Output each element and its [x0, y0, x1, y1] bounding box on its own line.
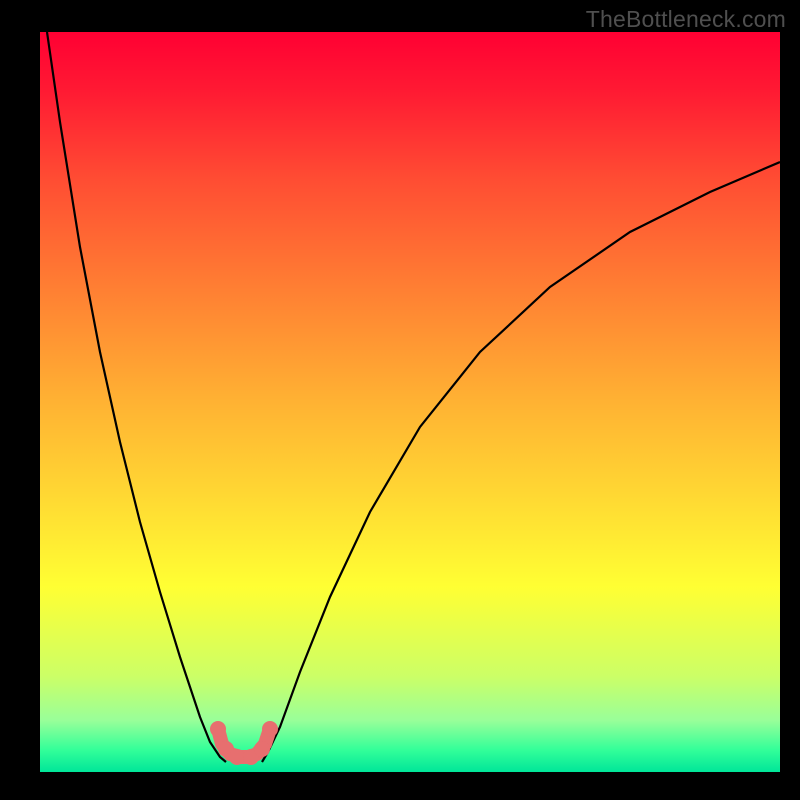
chart-plot-area [40, 32, 780, 772]
curve-left [47, 32, 226, 762]
valley-dot [262, 721, 278, 737]
valley-dot [254, 741, 270, 757]
chart-frame: TheBottleneck.com [0, 0, 800, 800]
watermark-text: TheBottleneck.com [586, 6, 786, 33]
valley-dot [210, 721, 226, 737]
chart-svg [40, 32, 780, 772]
curve-right [262, 162, 780, 762]
valley-dot [229, 749, 245, 765]
